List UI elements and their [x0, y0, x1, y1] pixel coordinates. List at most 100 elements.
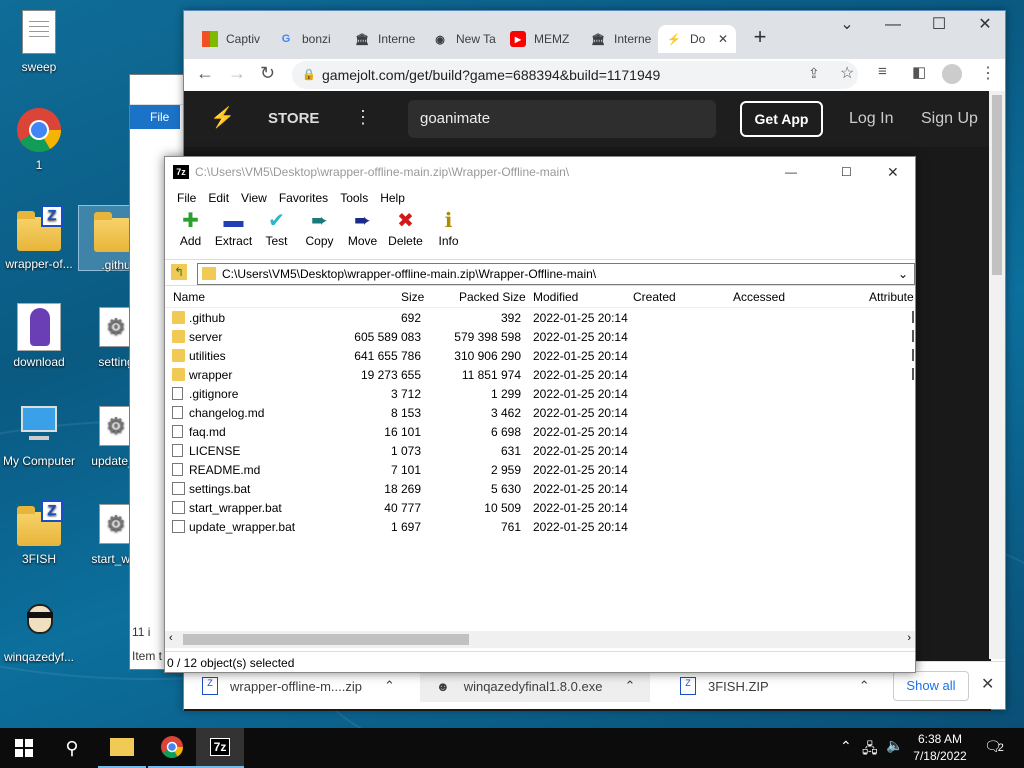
page-scrollbar[interactable]: [989, 91, 1005, 659]
search-button[interactable]: ⚲: [48, 728, 96, 768]
profile-avatar[interactable]: [942, 64, 962, 84]
toolbar-test-button[interactable]: ✔ Test: [255, 208, 298, 259]
download-item-winqazedy[interactable]: ☻ winqazedyfinal1.8.0.exe ⌃: [420, 670, 650, 702]
col-size[interactable]: Size: [401, 290, 424, 304]
store-link[interactable]: STORE: [268, 110, 319, 127]
more-menu-icon[interactable]: ⋮: [354, 107, 372, 128]
desktop-icon-wrapper-offline[interactable]: Z wrapper-of...: [1, 205, 77, 271]
menu-tools[interactable]: Tools: [334, 188, 374, 208]
menu-file[interactable]: File: [171, 188, 202, 208]
tab-gamejolt-active[interactable]: ⚡ Do ✕: [658, 25, 736, 53]
bookmark-star-icon[interactable]: ☆: [840, 63, 854, 83]
chevron-up-icon[interactable]: ⌃: [859, 678, 870, 694]
col-attributes[interactable]: Attribute: [869, 290, 914, 304]
7zip-file-manager-window[interactable]: 7z C:\Users\VM5\Desktop\wrapper-offline-…: [164, 156, 916, 673]
menu-kebab-icon[interactable]: ⋮: [980, 63, 996, 83]
desktop-icon-my-computer[interactable]: My Computer: [1, 402, 77, 468]
scroll-right-icon[interactable]: ›: [907, 632, 911, 644]
path-input[interactable]: C:\Users\VM5\Desktop\wrapper-offline-mai…: [197, 263, 915, 285]
col-modified[interactable]: Modified: [533, 290, 578, 304]
table-row[interactable]: changelog.md 8 153 3 462 2022-01-25 20:14: [165, 403, 915, 422]
tab-new-tab[interactable]: ◉ New Ta: [424, 25, 496, 53]
minimize-button[interactable]: —: [870, 11, 916, 39]
close-shelf-icon[interactable]: ✕: [981, 674, 994, 694]
menu-view[interactable]: View: [235, 188, 273, 208]
menu-favorites[interactable]: Favorites: [273, 188, 334, 208]
up-folder-icon[interactable]: ↰: [171, 264, 187, 280]
toolbar-extract-button[interactable]: ▬ Extract: [212, 208, 255, 259]
desktop-icon-download[interactable]: download: [1, 303, 77, 369]
side-panel-icon[interactable]: ◧: [912, 63, 926, 81]
table-row[interactable]: faq.md 16 101 6 698 2022-01-25 20:14: [165, 422, 915, 441]
close-button[interactable]: ✕: [887, 157, 899, 188]
table-row[interactable]: server 605 589 083 579 398 598 2022-01-25 2…: [165, 327, 915, 346]
download-item-wrapper-zip[interactable]: Zwrapper-offline-m....zip ⌃: [202, 672, 412, 700]
start-button[interactable]: [0, 728, 48, 768]
signup-link[interactable]: Sign Up: [921, 110, 978, 128]
scroll-left-icon[interactable]: ‹: [169, 632, 173, 644]
horizontal-scrollbar[interactable]: ‹ ›: [165, 631, 915, 648]
share-icon[interactable]: ⇪: [808, 65, 820, 82]
table-row[interactable]: update_wrapper.bat 1 697 761 2022-01-25 20:…: [165, 517, 915, 536]
network-icon[interactable]: 🖧: [862, 738, 878, 762]
toolbar-info-button[interactable]: ℹ Info: [427, 208, 470, 259]
chevron-down-icon[interactable]: ⌄: [898, 264, 908, 284]
tab-memz[interactable]: ▶ MEMZ: [502, 25, 582, 53]
menu-help[interactable]: Help: [374, 188, 411, 208]
taskbar-file-explorer[interactable]: [98, 728, 146, 768]
toolbar-copy-button[interactable]: ➨ Copy: [298, 208, 341, 259]
show-all-button[interactable]: Show all: [893, 671, 969, 701]
table-row[interactable]: .gitignore 3 712 1 299 2022-01-25 20:14: [165, 384, 915, 403]
table-row[interactable]: README.md 7 101 2 959 2022-01-25 20:14: [165, 460, 915, 479]
cell-packed-size: 631: [500, 444, 521, 458]
table-row[interactable]: LICENSE 1 073 631 2022-01-25 20:14: [165, 441, 915, 460]
url-bar[interactable]: 🔒 gamejolt.com/get/build?game=688394&buil…: [292, 61, 858, 89]
maximize-button[interactable]: ☐: [841, 157, 852, 188]
col-packed-size[interactable]: Packed Size: [459, 290, 526, 304]
taskbar-7zip[interactable]: 7z: [196, 728, 244, 768]
download-item-3fish[interactable]: Z 3FISH.ZIP ⌃: [680, 672, 880, 700]
col-created[interactable]: Created: [633, 290, 676, 304]
table-row[interactable]: start_wrapper.bat 40 777 10 509 2022-01-25 …: [165, 498, 915, 517]
desktop-icon-chrome[interactable]: 1: [1, 106, 77, 172]
new-tab-button[interactable]: +: [737, 23, 783, 51]
gamejolt-logo-icon[interactable]: ⚡: [210, 105, 235, 130]
close-tab-icon[interactable]: ✕: [718, 32, 728, 46]
login-link[interactable]: Log In: [849, 110, 893, 128]
menu-edit[interactable]: Edit: [202, 188, 235, 208]
clock[interactable]: 6:38 AM 7/18/2022: [908, 731, 972, 765]
toolbar-add-button[interactable]: ✚ Add: [169, 208, 212, 259]
media-icon[interactable]: ≡: [878, 63, 887, 80]
col-accessed[interactable]: Accessed: [733, 290, 785, 304]
explorer-file-tab[interactable]: File: [130, 105, 180, 129]
tab-search-chevron-icon[interactable]: ⌄: [824, 11, 870, 39]
chevron-up-icon[interactable]: ⌃: [624, 678, 635, 694]
desktop-icon-winqazedy[interactable]: winqazedyf...: [1, 598, 77, 664]
reload-icon[interactable]: ↻: [260, 63, 275, 84]
minimize-button[interactable]: —: [785, 157, 797, 188]
desktop-icon-3fish[interactable]: Z 3FISH: [1, 500, 77, 566]
toolbar-delete-button[interactable]: ✖ Delete: [384, 208, 427, 259]
desktop-icon-sweep[interactable]: sweep: [1, 8, 77, 74]
forward-icon[interactable]: →: [228, 63, 246, 84]
taskbar-chrome[interactable]: [148, 728, 196, 768]
site-search-input[interactable]: goanimate: [408, 100, 716, 138]
toolbar-move-button[interactable]: ➨ Move: [341, 208, 384, 259]
chevron-up-icon[interactable]: ⌃: [384, 678, 395, 694]
tab-internet-archive[interactable]: 🏛 Interne: [346, 25, 418, 53]
maximize-button[interactable]: ☐: [916, 11, 962, 39]
close-button[interactable]: ✕: [962, 11, 1008, 39]
volume-icon[interactable]: 🔈: [886, 737, 903, 754]
table-row[interactable]: .github 692 392 2022-01-25 20:14: [165, 308, 915, 327]
back-icon[interactable]: ←: [196, 63, 214, 84]
show-hidden-icons-chevron[interactable]: ⌃: [840, 738, 852, 755]
col-name[interactable]: Name: [173, 290, 205, 304]
get-app-button[interactable]: Get App: [740, 101, 823, 137]
tab-captive[interactable]: Captiv: [194, 25, 266, 53]
table-row[interactable]: wrapper 19 273 655 11 851 974 2022-01-25 20…: [165, 365, 915, 384]
notification-center-button[interactable]: 🗨2: [984, 738, 1004, 755]
tab-bonzi[interactable]: Gbonzi: [270, 25, 342, 53]
table-row[interactable]: settings.bat 18 269 5 630 2022-01-25 20:14: [165, 479, 915, 498]
table-row[interactable]: utilities 641 655 786 310 906 290 2022-01-2…: [165, 346, 915, 365]
tab-internet-archive-2[interactable]: 🏛 Interne: [582, 25, 654, 53]
